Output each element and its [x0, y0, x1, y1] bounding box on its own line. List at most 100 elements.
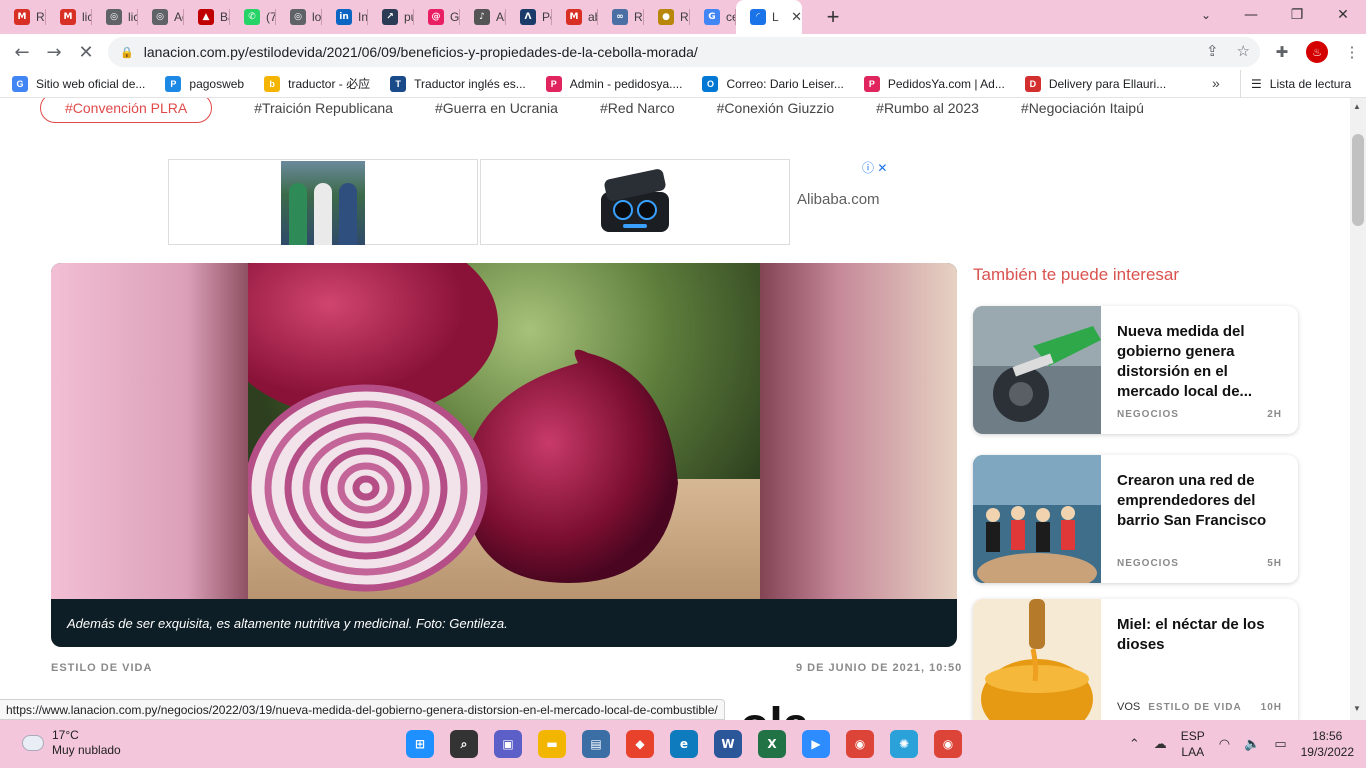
- stop-loading-button[interactable]: ✕: [70, 36, 102, 68]
- bookmark-item[interactable]: P Admin - pedidosya....: [545, 75, 682, 92]
- ad-people-image[interactable]: [281, 161, 365, 245]
- browser-tab[interactable]: ✆ (7) W: [230, 0, 276, 34]
- address-bar[interactable]: 🔒 lanacion.com.py/estilodevida/2021/06/0…: [108, 37, 1260, 67]
- chevron-up-icon[interactable]: ⌃: [1129, 736, 1140, 752]
- scroll-thumb[interactable]: [1352, 134, 1364, 226]
- trending-tag[interactable]: #Guerra en Ucrania: [435, 98, 558, 123]
- bookmark-item[interactable]: b traductor - 必应: [264, 75, 370, 92]
- onion-photo[interactable]: [248, 263, 760, 599]
- trending-tag[interactable]: #Red Narco: [600, 98, 675, 123]
- anydesk-icon[interactable]: ◆: [626, 730, 654, 758]
- linkedin-icon: in: [336, 9, 352, 25]
- link-icon: ∞: [612, 9, 628, 25]
- bookmark-item[interactable]: P PedidosYa.com | Ad...: [863, 75, 1005, 92]
- search-icon[interactable]: ⌕: [450, 730, 478, 758]
- teams-icon[interactable]: ▣: [494, 730, 522, 758]
- related-card-1[interactable]: Nueva medida del gobierno genera distors…: [973, 306, 1298, 434]
- article-section[interactable]: ESTILO DE VIDA: [51, 662, 152, 674]
- extensions-puzzle-icon[interactable]: ✚: [1268, 38, 1296, 66]
- browser-tab[interactable]: M Recil: [0, 0, 46, 34]
- wifi-icon[interactable]: ◠: [1219, 736, 1230, 752]
- share-icon[interactable]: ⇪: [1206, 42, 1219, 60]
- chrome-icon[interactable]: ◉: [934, 730, 962, 758]
- bookmark-item[interactable]: T Traductor inglés es...: [390, 75, 526, 92]
- bookmark-label: Sitio web oficial de...: [36, 76, 146, 91]
- restore-button[interactable]: ❐: [1274, 0, 1320, 30]
- back-button[interactable]: ←: [6, 36, 38, 68]
- ad-choices-icon[interactable]: ⓘ ✕: [862, 159, 887, 176]
- scroll-down-icon[interactable]: ▼: [1353, 704, 1361, 713]
- bookmark-item[interactable]: G Sitio web oficial de...: [12, 75, 145, 92]
- browser-tab[interactable]: ◎ Agro: [138, 0, 184, 34]
- browser-toolbar: ← → ✕ 🔒 lanacion.com.py/estilodevida/202…: [0, 34, 1366, 70]
- browser-tab[interactable]: ◎ login: [276, 0, 322, 34]
- onedrive-cloud-icon[interactable]: ☁: [1154, 736, 1167, 752]
- excel-icon[interactable]: X: [758, 730, 786, 758]
- trending-tag[interactable]: #Convención PLRA: [40, 98, 213, 123]
- tab-title: Repo: [634, 10, 644, 24]
- language-indicator[interactable]: ESP LAA: [1181, 728, 1205, 760]
- address-url[interactable]: lanacion.com.py/estilodevida/2021/06/09/…: [144, 44, 698, 60]
- browser-tab[interactable]: Mlicen: [46, 0, 92, 34]
- browser-tab[interactable]: @ Gran: [414, 0, 460, 34]
- trending-tag[interactable]: #Conexión Giuzzio: [717, 98, 835, 123]
- chrome-profile-icon[interactable]: ◉: [846, 730, 874, 758]
- browser-tab[interactable]: ♪ Alco: [460, 0, 506, 34]
- file-explorer-icon[interactable]: ▬: [538, 730, 566, 758]
- zoom-icon[interactable]: ▶: [802, 730, 830, 758]
- minimize-button[interactable]: —: [1228, 0, 1274, 30]
- browser-tab[interactable]: ◜ L ✕: [736, 0, 802, 34]
- bookmark-item[interactable]: O Correo: Dario Leiser...: [702, 75, 844, 92]
- reading-list-button[interactable]: ☰ Lista de lectura: [1240, 70, 1351, 98]
- browser-tab[interactable]: ● Resu: [644, 0, 690, 34]
- browser-tab[interactable]: ∞ Repo: [598, 0, 644, 34]
- network-tool-icon[interactable]: ✺: [890, 730, 918, 758]
- bookmark-star-icon[interactable]: ☆: [1237, 42, 1250, 60]
- gmail-icon: M: [566, 9, 582, 25]
- system-tray: ⌃ ☁ ESP LAA ◠ 🔈 ▭ 18:56 19/3/2022: [1129, 720, 1354, 768]
- bookmarks-overflow-button[interactable]: »: [1212, 75, 1220, 91]
- new-tab-button[interactable]: +: [818, 2, 848, 32]
- page-scrollbar[interactable]: ▲ ▼: [1350, 98, 1366, 720]
- word-icon[interactable]: W: [714, 730, 742, 758]
- trending-tag[interactable]: #Rumbo al 2023: [876, 98, 979, 123]
- volume-icon[interactable]: 🔈: [1244, 736, 1260, 752]
- related-card-title[interactable]: Nueva medida del gobierno genera distors…: [1117, 322, 1285, 402]
- bookmark-item[interactable]: D Delivery para Ellauri...: [1024, 75, 1166, 92]
- network-app-icon[interactable]: ▤: [582, 730, 610, 758]
- trending-tag[interactable]: #Negociación Itaipú: [1021, 98, 1144, 123]
- scroll-up-icon[interactable]: ▲: [1353, 102, 1361, 111]
- edge-icon[interactable]: e: [670, 730, 698, 758]
- ad-tile-2[interactable]: [480, 159, 790, 245]
- weather-widget[interactable]: 17°C Muy nublado: [22, 728, 121, 758]
- trending-tag[interactable]: #Traición Republicana: [254, 98, 393, 123]
- menu-kebab-icon[interactable]: ⋮: [1338, 38, 1366, 66]
- lock-icon[interactable]: 🔒: [120, 46, 134, 59]
- browser-tab[interactable]: Mabar: [552, 0, 598, 34]
- ad-brand-text[interactable]: Alibaba.com: [797, 191, 880, 208]
- browser-tab[interactable]: in Inicio: [322, 0, 368, 34]
- browser-tab[interactable]: ▲ Banc: [184, 0, 230, 34]
- tab-title: Banc: [220, 10, 230, 24]
- related-card-title[interactable]: Crearon una red de emprendedores del bar…: [1117, 471, 1285, 531]
- tab-search-button[interactable]: ⌄: [1192, 0, 1220, 30]
- related-card-title[interactable]: Miel: el néctar de los dioses: [1117, 615, 1285, 655]
- browser-tab[interactable]: Λ Pers: [506, 0, 552, 34]
- profile-avatar[interactable]: ♨: [1306, 41, 1328, 63]
- start-icon[interactable]: ⊞: [406, 730, 434, 758]
- related-card-3[interactable]: Miel: el néctar de los dioses VOS ESTILO …: [973, 599, 1298, 720]
- ad-earbuds-image[interactable]: [593, 166, 677, 242]
- bookmark-item[interactable]: Ppagosweb: [165, 75, 244, 92]
- close-tab-icon[interactable]: ✕: [791, 9, 802, 25]
- battery-icon[interactable]: ▭: [1274, 736, 1286, 752]
- browser-tab[interactable]: Gcebo: [690, 0, 736, 34]
- browser-tab[interactable]: ◎ licen: [92, 0, 138, 34]
- trending-tags: #Convención PLRA #Traición Republicana #Gu…: [40, 98, 1186, 123]
- forward-button[interactable]: →: [38, 36, 70, 68]
- close-window-button[interactable]: ✕: [1320, 0, 1366, 30]
- ad-tile-1[interactable]: [168, 159, 478, 245]
- browser-tab[interactable]: ↗ pulse: [368, 0, 414, 34]
- related-card-2[interactable]: Crearon una red de emprendedores del bar…: [973, 455, 1298, 583]
- system-clock[interactable]: 18:56 19/3/2022: [1301, 728, 1354, 760]
- advertisement[interactable]: Alibaba.com ⓘ ✕: [168, 159, 892, 245]
